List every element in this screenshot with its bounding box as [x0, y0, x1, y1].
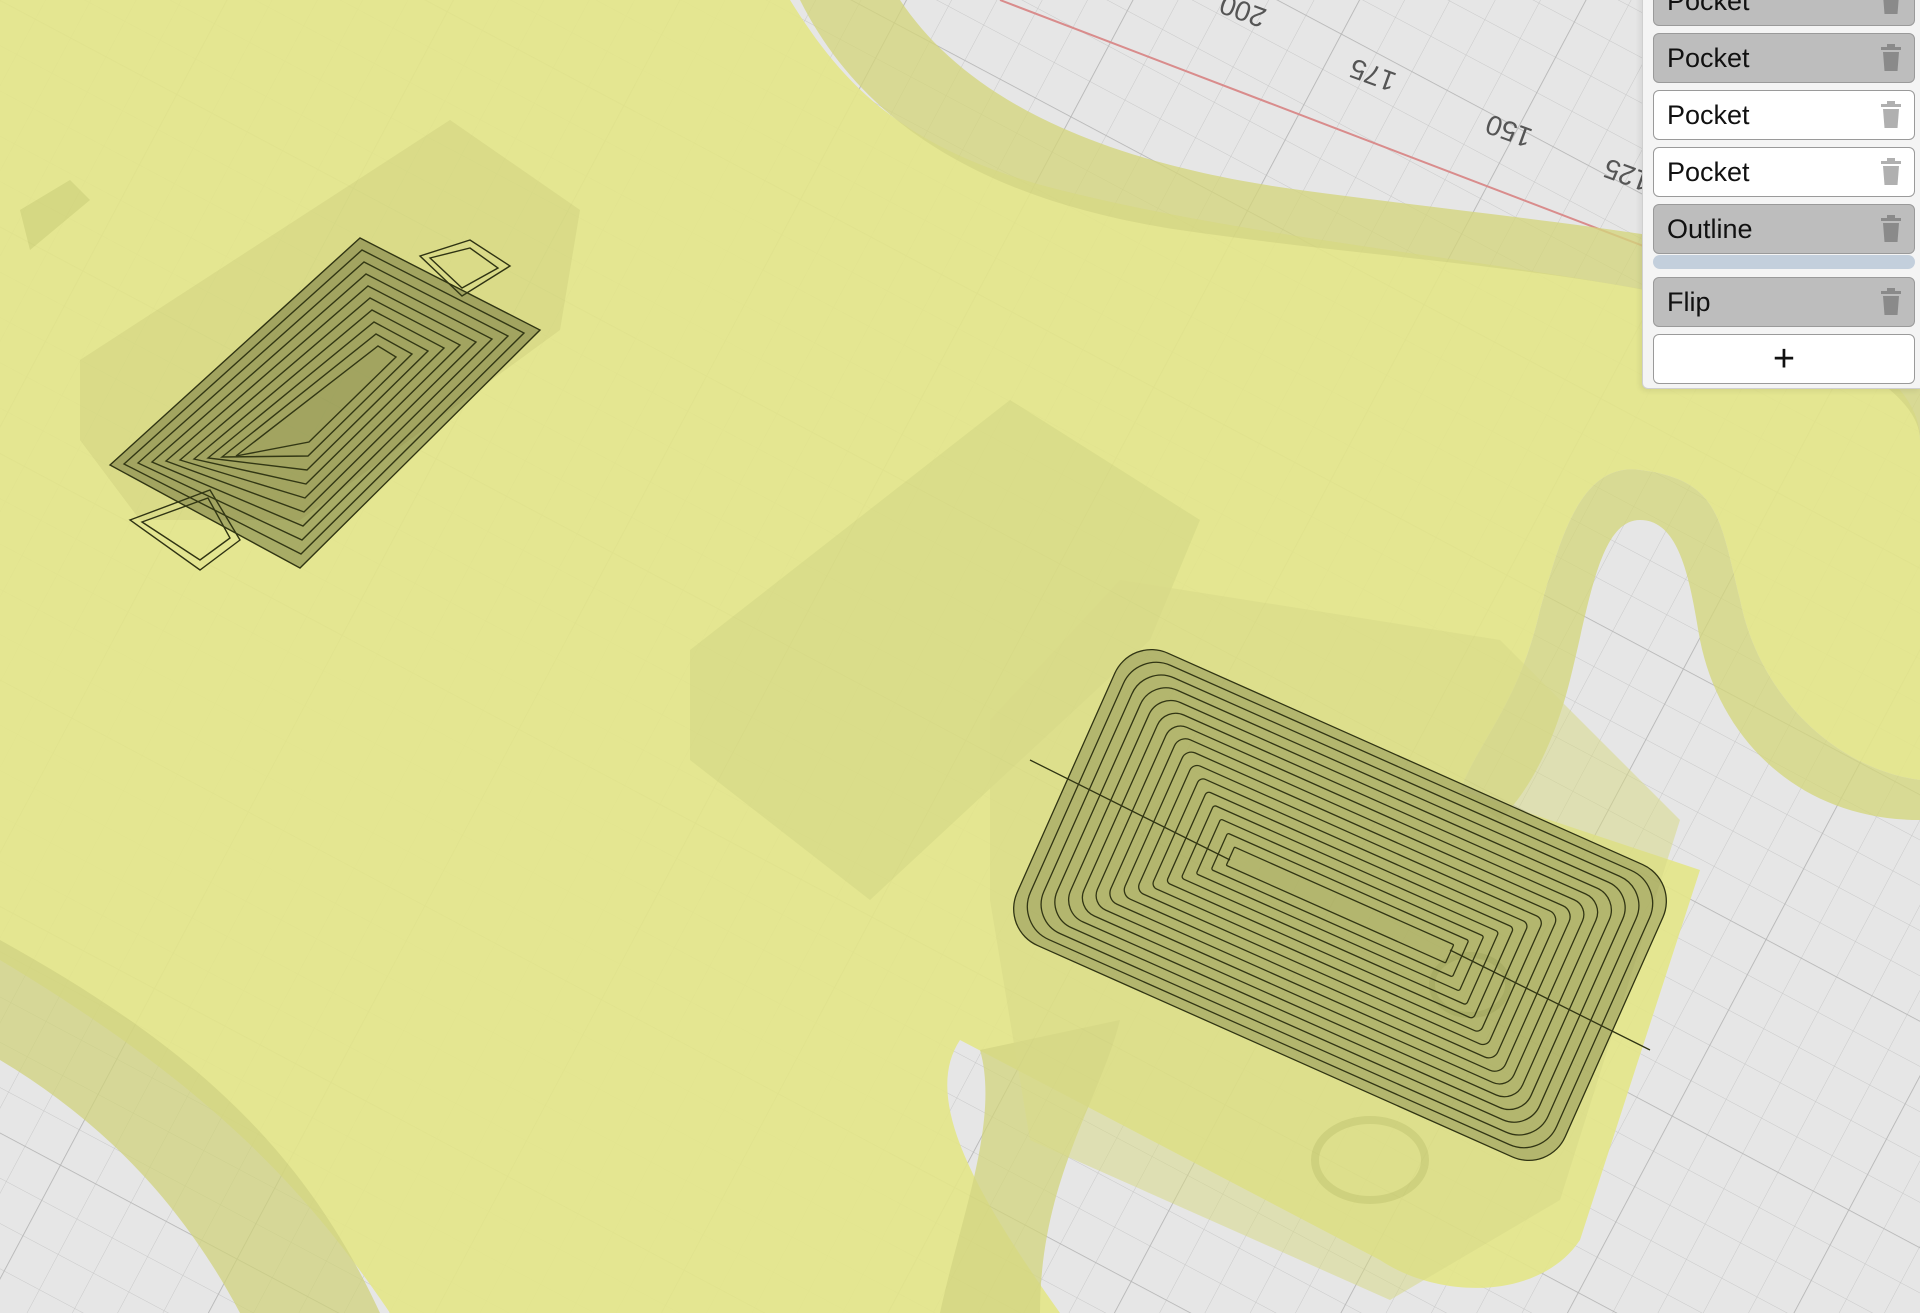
operation-item-pocket[interactable]: Pocket — [1653, 147, 1915, 197]
operation-divider[interactable] — [1653, 255, 1915, 269]
operation-label: Outline — [1667, 213, 1753, 244]
trash-icon[interactable] — [1880, 101, 1902, 129]
operation-item-flip[interactable]: Flip — [1653, 277, 1915, 327]
trash-icon[interactable] — [1880, 288, 1902, 316]
trash-icon[interactable] — [1880, 215, 1902, 243]
trash-icon[interactable] — [1880, 158, 1902, 186]
operation-label: Pocket — [1667, 0, 1750, 16]
operation-label: Pocket — [1667, 42, 1750, 73]
operation-label: Pocket — [1667, 99, 1750, 130]
trash-icon[interactable] — [1880, 44, 1902, 72]
add-operation-button[interactable]: + — [1653, 334, 1915, 384]
3d-viewport[interactable]: 200 175 150 125 — [0, 0, 1920, 1313]
operation-item-pocket[interactable]: Pocket — [1653, 33, 1915, 83]
operations-panel: Pocket Pocket Pocket Pocket Outline Flip… — [1642, 0, 1920, 389]
trash-icon[interactable] — [1880, 0, 1902, 15]
operation-item-pocket[interactable]: Pocket — [1653, 90, 1915, 140]
operation-label: Pocket — [1667, 156, 1750, 187]
operation-item-outline[interactable]: Outline — [1653, 204, 1915, 254]
scene-canvas[interactable]: 200 175 150 125 — [0, 0, 1920, 1313]
operation-item-pocket[interactable]: Pocket — [1653, 0, 1915, 26]
operation-label: Flip — [1667, 286, 1711, 317]
